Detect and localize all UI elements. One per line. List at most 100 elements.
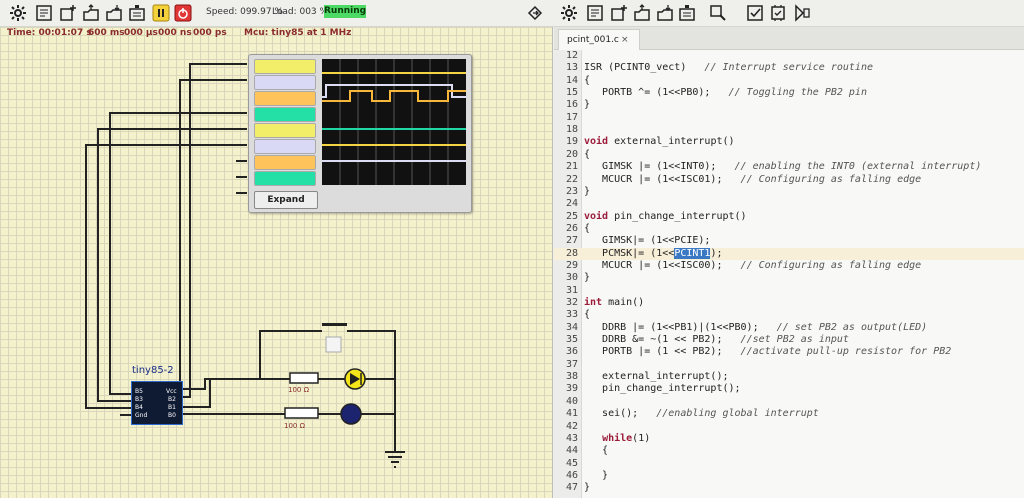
led-blue[interactable] (340, 403, 362, 425)
list-check-icon[interactable] (585, 3, 605, 23)
code-text: sei(); //enabling global interrupt (584, 408, 819, 420)
diamond-arrow-icon[interactable] (525, 3, 545, 23)
code-line[interactable]: 27 GIMSK|= (1<<PCIE); (554, 235, 1024, 247)
code-line[interactable]: 36 PORTB |= (1 << PB2); //activate pull-… (554, 346, 1024, 358)
pause-icon[interactable] (151, 3, 171, 23)
channel-4-button[interactable] (254, 107, 316, 122)
save-icon[interactable] (677, 3, 697, 23)
pin-label: B1 (168, 404, 176, 411)
channel-8-button[interactable] (254, 171, 316, 186)
code-line[interactable]: 20 { (554, 149, 1024, 161)
expand-button[interactable]: Expand (254, 191, 318, 209)
code-line[interactable]: 35 DDRB &= ~(1 << PB2); //set PB2 as inp… (554, 334, 1024, 346)
code-line[interactable]: 40 (554, 396, 1024, 408)
line-number: 13 (565, 62, 578, 74)
upload-icon[interactable] (104, 3, 124, 23)
gear-icon[interactable] (8, 3, 28, 23)
code-line[interactable]: 39 pin_change_interrupt(); (554, 383, 1024, 395)
resistor-2[interactable] (284, 407, 319, 419)
compile-icon[interactable] (768, 3, 788, 23)
line-number: 24 (565, 198, 578, 210)
line-number: 14 (565, 74, 578, 86)
tab-pcint-file[interactable]: pcint_001.c × (558, 29, 640, 50)
channel-7-button[interactable] (254, 155, 316, 170)
list-check-icon[interactable] (34, 3, 54, 23)
code-line[interactable]: 42 (554, 421, 1024, 433)
code-line[interactable]: 24 (554, 198, 1024, 210)
code-line[interactable]: 18 (554, 124, 1024, 136)
code-line[interactable]: 23} (554, 186, 1024, 198)
resistor-1[interactable] (289, 372, 319, 384)
selected-text: PCINT1 (674, 247, 711, 259)
code-line[interactable]: 33 { (554, 309, 1024, 321)
code-text: PORTB ^= (1<<PB0); // Toggling the PB2 p… (584, 87, 867, 99)
checkbox-icon[interactable] (745, 3, 765, 23)
code-line[interactable]: 47} (554, 482, 1024, 494)
upload-icon[interactable] (655, 3, 675, 23)
code-line[interactable]: 15 PORTB ^= (1<<PB0); // Toggling the PB… (554, 87, 1024, 99)
code-line[interactable]: 22 MCUCR |= (1<<ISC01); // Configuring a… (554, 174, 1024, 186)
code-line[interactable]: 29 MCUCR |= (1<<ISC00); // Configuring a… (554, 260, 1024, 272)
line-number: 42 (565, 420, 578, 432)
line-number: 37 (565, 358, 578, 370)
tab-label: pcint_001.c (567, 35, 619, 45)
new-file-icon[interactable] (609, 3, 629, 23)
line-number: 17 (565, 111, 578, 123)
push-button[interactable] (325, 336, 342, 353)
load-indicator: Load: 003 % (272, 7, 329, 17)
code-line[interactable]: 43 while(1) (554, 433, 1024, 445)
oscilloscope-widget[interactable]: Expand (248, 54, 472, 213)
code-line[interactable]: 26 { (554, 223, 1024, 235)
code-line[interactable]: 41 sei(); //enabling global interrupt (554, 408, 1024, 420)
code-text: DDRB &= ~(1 << PB2); //set PB2 as input (584, 334, 849, 346)
code-line[interactable]: 44 { (554, 445, 1024, 457)
line-number: 31 (565, 284, 578, 296)
code-line[interactable]: 25 void pin_change_interrupt() (554, 211, 1024, 223)
code-line[interactable]: 37 (554, 359, 1024, 371)
code-text: MCUCR |= (1<<ISC00); // Configuring as f… (584, 259, 922, 271)
code-line[interactable]: 13 ISR (PCINT0_vect) // Interrupt service… (554, 62, 1024, 74)
line-number: 15 (565, 87, 578, 99)
attiny85-chip[interactable]: B5 B3 B4 Gnd Vcc B2 B1 B0 (131, 381, 183, 425)
search-icon[interactable] (708, 3, 728, 23)
code-text: } (584, 469, 609, 481)
line-number: 28 (565, 247, 578, 259)
channel-6-button[interactable] (254, 139, 316, 154)
code-line[interactable]: 32 int main() (554, 297, 1024, 309)
close-icon[interactable]: × (621, 30, 629, 50)
code-line[interactable]: 28 PCMSK|= (1<<PCINT1); (554, 247, 1024, 260)
channel-3-button[interactable] (254, 91, 316, 106)
line-number: 34 (565, 321, 578, 333)
open-file-icon[interactable] (632, 3, 652, 23)
editor-tab-bar: pcint_001.c × (554, 27, 1024, 50)
code-line[interactable]: 34 DDRB |= (1<<PB1)|(1<<PB0); // set PB2… (554, 322, 1024, 334)
code-line[interactable]: 31 (554, 285, 1024, 297)
gear-icon[interactable] (559, 3, 579, 23)
code-line[interactable]: 14 { (554, 75, 1024, 87)
code-line[interactable]: 21 GIMSK |= (1<<INT0); // enabling the I… (554, 161, 1024, 173)
line-number: 29 (565, 259, 578, 271)
code-line[interactable]: 45 (554, 458, 1024, 470)
line-number: 23 (565, 185, 578, 197)
open-file-icon[interactable] (81, 3, 101, 23)
power-icon[interactable] (173, 3, 193, 23)
channel-1-button[interactable] (254, 59, 316, 74)
new-file-icon[interactable] (58, 3, 78, 23)
code-text: void pin_change_interrupt() (584, 210, 747, 222)
code-editor[interactable]: 12 13 ISR (PCINT0_vect) // Interrupt servi… (554, 50, 1024, 498)
save-icon[interactable] (127, 3, 147, 23)
channel-2-button[interactable] (254, 75, 316, 90)
code-line[interactable]: 30} (554, 272, 1024, 284)
code-line[interactable]: 38 external_interrupt(); (554, 371, 1024, 383)
channel-5-button[interactable] (254, 123, 316, 138)
push-button-top[interactable] (322, 323, 347, 326)
oscilloscope-screen (322, 59, 466, 185)
pin-label: Vcc (166, 388, 177, 395)
code-line[interactable]: 46 } (554, 470, 1024, 482)
debug-icon[interactable] (792, 3, 812, 23)
code-text: void external_interrupt() (584, 136, 735, 148)
code-line[interactable]: 17 (554, 112, 1024, 124)
code-line[interactable]: 19 void external_interrupt() (554, 136, 1024, 148)
code-line[interactable]: 16} (554, 99, 1024, 111)
code-line[interactable]: 12 (554, 50, 1024, 62)
